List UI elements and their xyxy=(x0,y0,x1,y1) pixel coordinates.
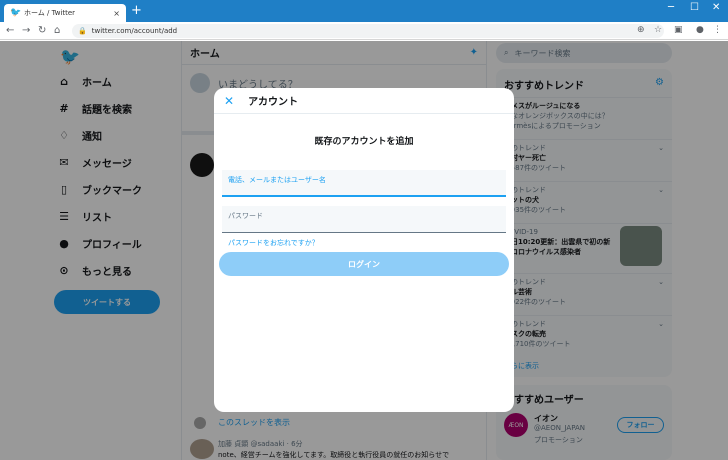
extension-icon[interactable]: ⊕ xyxy=(637,25,645,35)
star-icon[interactable]: ☆ xyxy=(654,25,662,35)
back-icon[interactable]: ← xyxy=(6,25,14,36)
tab-close-icon[interactable]: × xyxy=(113,9,120,18)
close-icon[interactable]: ✕ xyxy=(224,94,234,108)
url-field[interactable]: 🔒 twitter.com/account/add xyxy=(72,24,664,38)
url-text: twitter.com/account/add xyxy=(91,27,178,35)
tab-title: ホーム / Twitter xyxy=(24,9,76,17)
reload-icon[interactable]: ↻ xyxy=(38,25,46,36)
password-field[interactable]: パスワード xyxy=(222,206,506,233)
password-label: パスワード xyxy=(228,212,263,220)
browser-tab[interactable]: 🐦 ホーム / Twitter × xyxy=(4,4,126,22)
account-icon[interactable]: ● xyxy=(696,25,704,35)
forward-icon[interactable]: → xyxy=(22,25,30,36)
dialog-header: ✕ アカウント xyxy=(214,88,514,114)
dialog-title: アカウント xyxy=(248,97,299,108)
home-icon[interactable]: ⌂ xyxy=(54,25,60,36)
lock-icon: 🔒 xyxy=(78,27,87,35)
forgot-password-link[interactable]: パスワードをお忘れですか？ xyxy=(228,238,319,248)
new-tab-button[interactable]: + xyxy=(131,3,142,18)
username-label: 電話、メールまたはユーザー名 xyxy=(228,176,326,184)
twitter-bird-icon: 🐦 xyxy=(10,7,22,18)
dialog-heading: 既存のアカウントを追加 xyxy=(314,137,414,147)
menu-icon[interactable]: ⋮ xyxy=(713,25,722,35)
minimize-button[interactable]: ─ xyxy=(668,2,674,13)
address-bar-row: ← → ↻ ⌂ 🔒 twitter.com/account/add ⊕ ☆ ▣ … xyxy=(0,22,728,40)
cast-icon[interactable]: ▣ xyxy=(674,25,683,35)
login-button[interactable]: ログイン xyxy=(219,252,509,276)
window-close-button[interactable]: ✕ xyxy=(712,2,720,13)
browser-tabbar: 🐦 ホーム / Twitter × + ─ ☐ ✕ xyxy=(0,0,728,22)
maximize-button[interactable]: ☐ xyxy=(690,2,699,13)
username-field[interactable]: 電話、メールまたはユーザー名 xyxy=(222,170,506,197)
add-account-dialog: ✕ アカウント 既存のアカウントを追加 電話、メールまたはユーザー名 パスワード… xyxy=(214,88,514,412)
